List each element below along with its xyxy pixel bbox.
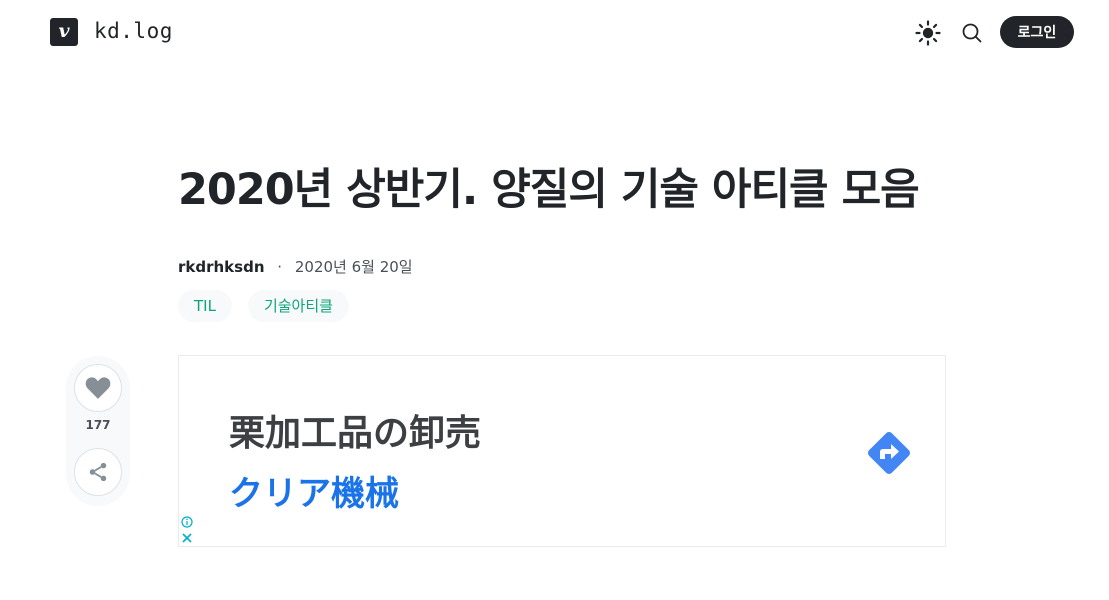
sun-icon [915,20,941,46]
ad-close-icon[interactable] [181,532,193,544]
like-count: 177 [85,418,111,432]
theme-toggle-button[interactable] [914,19,942,47]
tag-list: TIL 기술아티클 [178,290,349,322]
side-action-panel: 177 [66,356,130,506]
tag-til[interactable]: TIL [178,290,232,322]
login-button[interactable]: 로그인 [1000,16,1074,48]
author-link[interactable]: rkdrhksdn [178,258,265,276]
share-button[interactable] [74,448,122,496]
search-icon [962,23,982,43]
ad-banner[interactable]: 栗加工品の卸売 クリア機械 [178,355,946,547]
heart-icon [85,377,111,399]
ad-headline: 栗加工品の卸売 [229,413,482,454]
site-header: v kd.log 로그인 [0,0,1109,64]
directions-arrow-icon[interactable] [864,428,914,478]
ad-info-icon[interactable] [181,516,193,528]
blog-name[interactable]: kd.log [94,19,173,43]
post-date: 2020년 6월 20일 [294,258,413,276]
velog-logo[interactable]: v [50,18,78,46]
share-icon [89,462,107,482]
tag-tech-article[interactable]: 기술아티클 [247,290,349,322]
ad-brand: クリア機械 [229,474,399,514]
meta-separator: · [277,258,283,276]
post-meta: rkdrhksdn · 2020년 6월 20일 [178,256,413,277]
like-button[interactable] [74,364,122,412]
post-title: 2020년 상반기. 양질의 기술 아티클 모음 [178,165,920,215]
search-button[interactable] [958,19,986,47]
